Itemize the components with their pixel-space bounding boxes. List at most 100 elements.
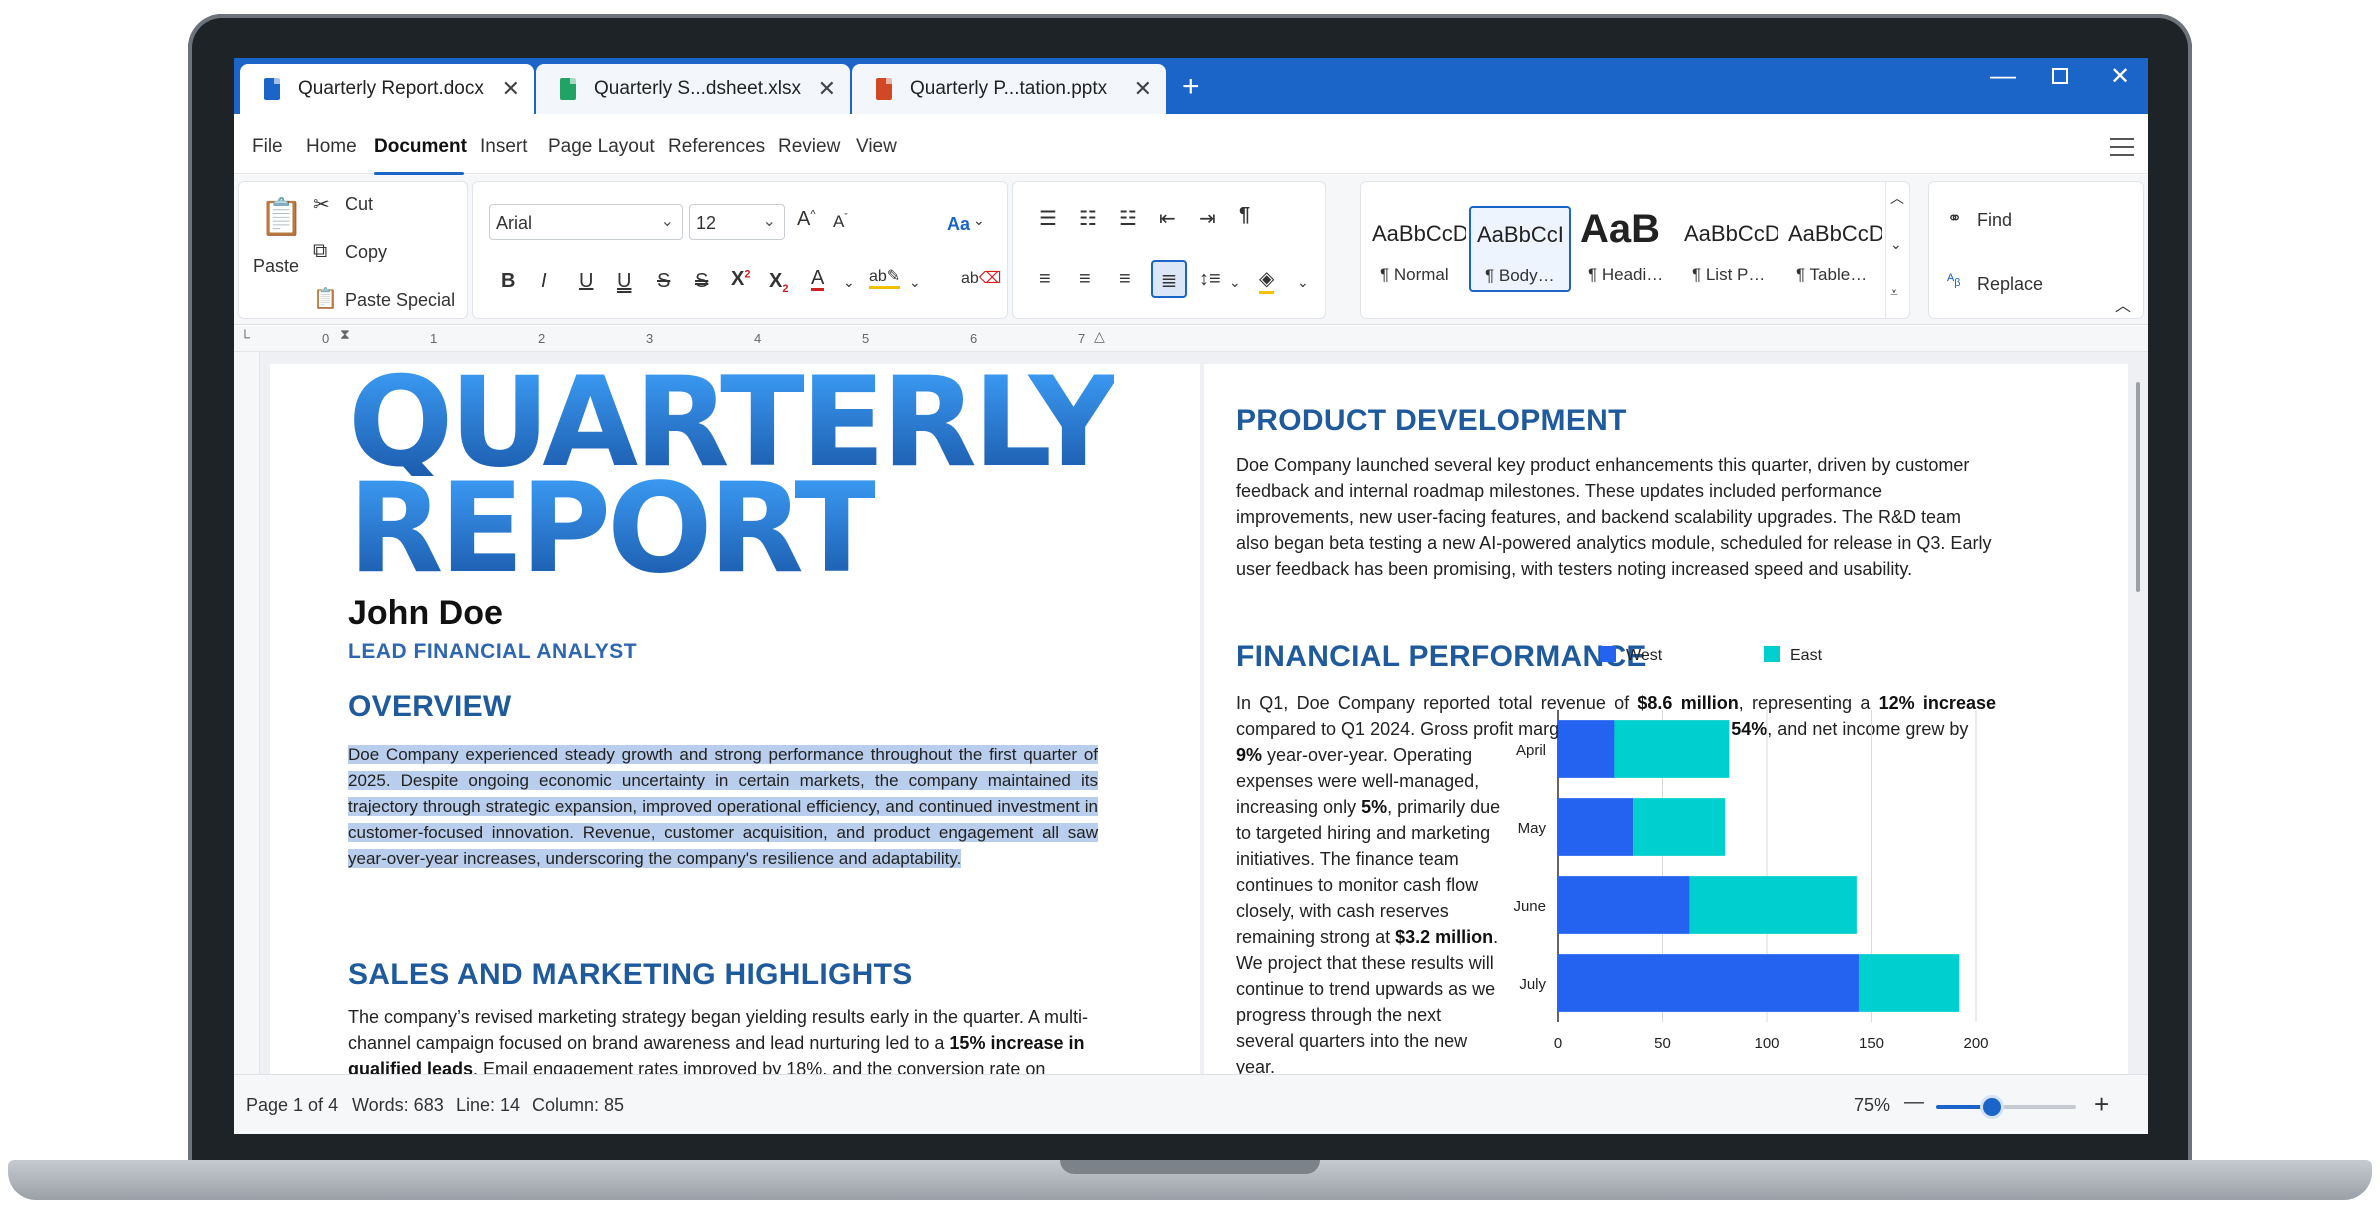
tab-stop-icon[interactable]: └ — [240, 329, 250, 345]
menu-review[interactable]: Review — [778, 136, 840, 158]
tab-quarterly-spreadsheet[interactable]: Quarterly S...dsheet.xlsx ✕ — [536, 64, 850, 114]
shading-icon[interactable]: ◈ — [1259, 266, 1275, 294]
chevron-down-icon: ⌄ — [762, 213, 776, 230]
multilevel-list-icon[interactable]: ☳ — [1119, 206, 1137, 231]
menu-document[interactable]: Document — [374, 136, 467, 158]
increase-indent-icon[interactable]: ⇥ — [1199, 206, 1216, 231]
font-size-select[interactable]: 12 ⌄ — [689, 204, 785, 240]
vertical-scrollbar[interactable] — [2136, 382, 2140, 592]
style-heading[interactable]: AaB ¶ Headi… — [1573, 206, 1675, 292]
chevron-down-icon[interactable]: ⌄ — [1297, 274, 1309, 291]
paste-button[interactable]: Paste — [253, 256, 299, 277]
indent-marker-icon[interactable]: ⧗ — [340, 326, 350, 343]
font-family-select[interactable]: Arial ⌄ — [489, 204, 683, 240]
italic-icon[interactable]: I — [541, 270, 547, 293]
zoom-out-button[interactable]: — — [1904, 1091, 1924, 1114]
clipboard-paste-icon[interactable]: 📋 — [259, 196, 304, 238]
justify-icon[interactable]: ≣ — [1151, 260, 1187, 298]
style-sample: AaBbCcD — [1372, 221, 1466, 246]
styles-scroller: ︿ ⌄ ⩡ — [1885, 182, 1909, 318]
chevron-down-icon[interactable]: ⌄ — [843, 274, 855, 291]
decrease-indent-icon[interactable]: ⇤ — [1159, 206, 1176, 231]
page[interactable]: QUARTERLY REPORT John Doe LEAD FINANCIAL… — [270, 361, 1200, 1074]
bold-text-run: $3.2 million — [1395, 927, 1494, 947]
chevron-down-icon[interactable]: ⌄ — [1890, 236, 1902, 253]
ruler-number: 4 — [754, 331, 762, 346]
new-tab-button[interactable]: + — [1182, 70, 1200, 104]
strikethrough-icon[interactable]: S — [657, 270, 670, 293]
numbered-list-icon[interactable]: ☷ — [1079, 206, 1097, 231]
page[interactable]: PRODUCT DEVELOPMENT Doe Company launched… — [1204, 364, 2128, 1074]
style-normal[interactable]: AaBbCcD ¶ Normal — [1365, 206, 1467, 292]
menu-home[interactable]: Home — [306, 136, 357, 158]
font-color-icon[interactable]: A — [811, 268, 825, 291]
menu-file[interactable]: File — [252, 136, 283, 158]
clear-formatting-icon[interactable]: ab⌫ — [961, 268, 1001, 288]
copy-button[interactable]: Copy — [345, 242, 387, 263]
find-button[interactable]: Find — [1977, 210, 2012, 231]
paste-special-icon: 📋 — [313, 288, 338, 310]
horizontal-ruler[interactable]: └ 0 ⧗ 1 2 3 4 5 6 7 △ — [234, 326, 2148, 352]
replace-button[interactable]: Replace — [1977, 274, 2043, 295]
hamburger-menu-icon[interactable] — [2110, 138, 2134, 156]
grow-font-icon[interactable]: A^ — [797, 208, 816, 231]
double-strikethrough-icon[interactable]: S — [695, 270, 708, 293]
overview-paragraph[interactable]: Doe Company experienced steady growth an… — [348, 742, 1098, 872]
word-count: Words: 683 — [352, 1095, 444, 1115]
style-sample: AaBbCcI — [1477, 222, 1564, 247]
close-icon[interactable]: ✕ — [502, 76, 520, 102]
menu-view[interactable]: View — [856, 136, 897, 158]
double-underline-icon[interactable]: U — [617, 270, 631, 293]
bar-west-june — [1558, 876, 1690, 934]
line-spacing-icon[interactable]: ↕≡ — [1199, 268, 1221, 291]
chevron-down-icon[interactable]: ⌄ — [973, 212, 985, 229]
align-center-icon[interactable]: ≡ — [1079, 268, 1091, 291]
highlight-color-icon[interactable]: ab✎ — [869, 266, 901, 289]
bullet-list-icon[interactable]: ☰ — [1039, 206, 1057, 231]
chevron-up-icon[interactable]: ︿ — [1890, 188, 1904, 208]
document-canvas[interactable]: QUARTERLY REPORT John Doe LEAD FINANCIAL… — [260, 352, 2148, 1074]
close-icon[interactable]: ✕ — [1134, 76, 1152, 102]
style-body[interactable]: AaBbCcI ¶ Body… — [1469, 206, 1571, 292]
sales-paragraph[interactable]: The company’s revised marketing strategy… — [348, 1004, 1098, 1074]
style-table[interactable]: AaBbCcD ¶ Table… — [1781, 206, 1883, 292]
bold-icon[interactable]: B — [501, 270, 515, 293]
minimize-button[interactable]: — — [1990, 60, 2016, 91]
product-paragraph[interactable]: Doe Company launched several key product… — [1236, 452, 1996, 582]
menu-insert[interactable]: Insert — [480, 136, 528, 158]
menu-references[interactable]: References — [668, 136, 765, 158]
subscript-icon[interactable]: X2 — [769, 270, 788, 295]
cut-button[interactable]: Cut — [345, 194, 373, 215]
zoom-in-button[interactable]: + — [2094, 1089, 2109, 1120]
collapse-ribbon-icon[interactable]: ︿ — [2115, 292, 2131, 316]
paste-special-button[interactable]: Paste Special — [345, 290, 455, 311]
title-bar: Quarterly Report.docx ✕ Quarterly S...ds… — [234, 58, 2148, 114]
scissors-icon: ✂ — [313, 194, 330, 216]
align-right-icon[interactable]: ≡ — [1119, 268, 1131, 291]
maximize-button[interactable] — [2052, 68, 2068, 84]
close-icon[interactable]: ✕ — [818, 76, 836, 102]
tab-quarterly-presentation[interactable]: Quarterly P...tation.pptx ✕ — [852, 64, 1166, 114]
change-case-button[interactable]: Aa — [947, 214, 970, 235]
align-left-icon[interactable]: ≡ — [1039, 268, 1051, 291]
close-window-button[interactable]: ✕ — [2110, 62, 2130, 91]
styles-more-icon[interactable]: ⩡ — [1890, 284, 1898, 301]
zoom-slider-thumb[interactable] — [1980, 1095, 2004, 1119]
author-role: LEAD FINANCIAL ANALYST — [348, 640, 638, 663]
font-family-value: Arial — [496, 213, 533, 233]
selected-text[interactable]: Doe Company experienced steady growth an… — [348, 745, 1098, 868]
chevron-down-icon[interactable]: ⌄ — [909, 274, 921, 291]
underline-icon[interactable]: U — [579, 270, 593, 293]
style-list-paragraph[interactable]: AaBbCcD ¶ List P… — [1677, 206, 1779, 292]
shrink-font-icon[interactable]: Aˇ — [833, 212, 848, 232]
menu-page-layout[interactable]: Page Layout — [548, 136, 655, 158]
chevron-down-icon[interactable]: ⌄ — [1229, 274, 1241, 291]
financial-wrap-text[interactable]: 9% year-over-year. Operating expenses we… — [1236, 742, 1504, 1074]
right-indent-marker-icon[interactable]: △ — [1094, 328, 1105, 345]
superscript-icon[interactable]: X2 — [731, 268, 750, 291]
ruler-number: 1 — [430, 331, 438, 346]
style-sample: AaBbCcD — [1788, 221, 1882, 246]
tab-quarterly-report[interactable]: Quarterly Report.docx ✕ — [240, 64, 534, 114]
pilcrow-icon[interactable]: ¶ — [1239, 204, 1250, 227]
text-run: . We project that these results will con… — [1236, 927, 1499, 1074]
